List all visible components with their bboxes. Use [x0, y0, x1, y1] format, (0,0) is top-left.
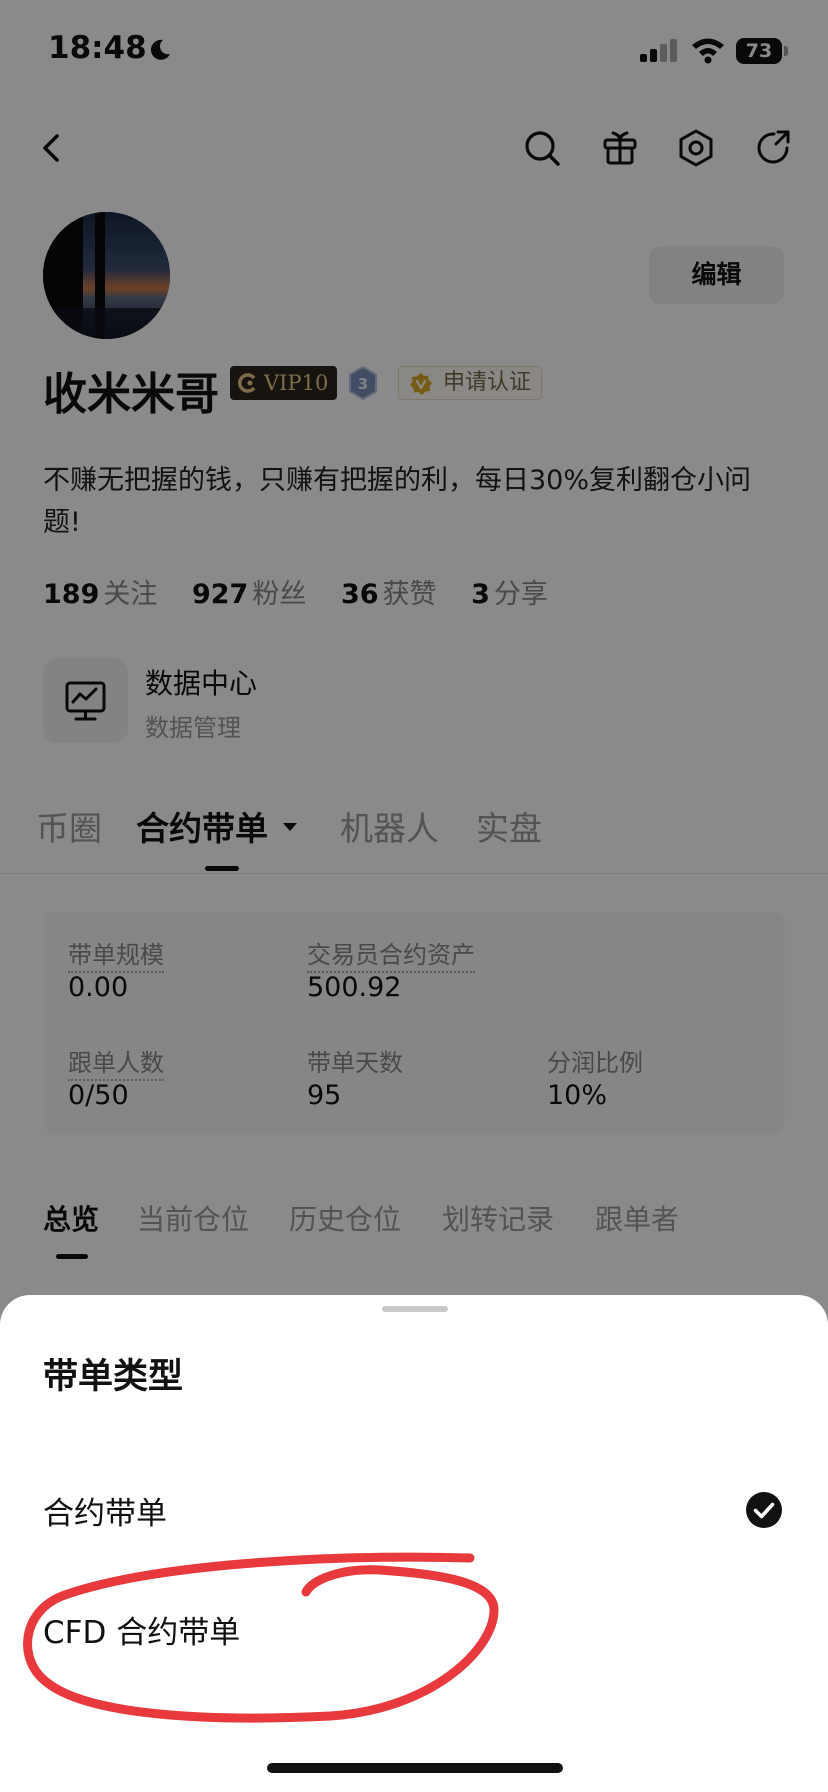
option-contract-copy[interactable]: 合约带单: [43, 1488, 167, 1533]
sheet-drag-handle[interactable]: [382, 1306, 448, 1312]
home-indicator[interactable]: [267, 1763, 563, 1773]
sheet-title: 带单类型: [43, 1357, 184, 1397]
option-cfd-contract-copy[interactable]: CFD 合约带单: [43, 1607, 240, 1652]
checkmark-icon: [746, 1492, 782, 1528]
